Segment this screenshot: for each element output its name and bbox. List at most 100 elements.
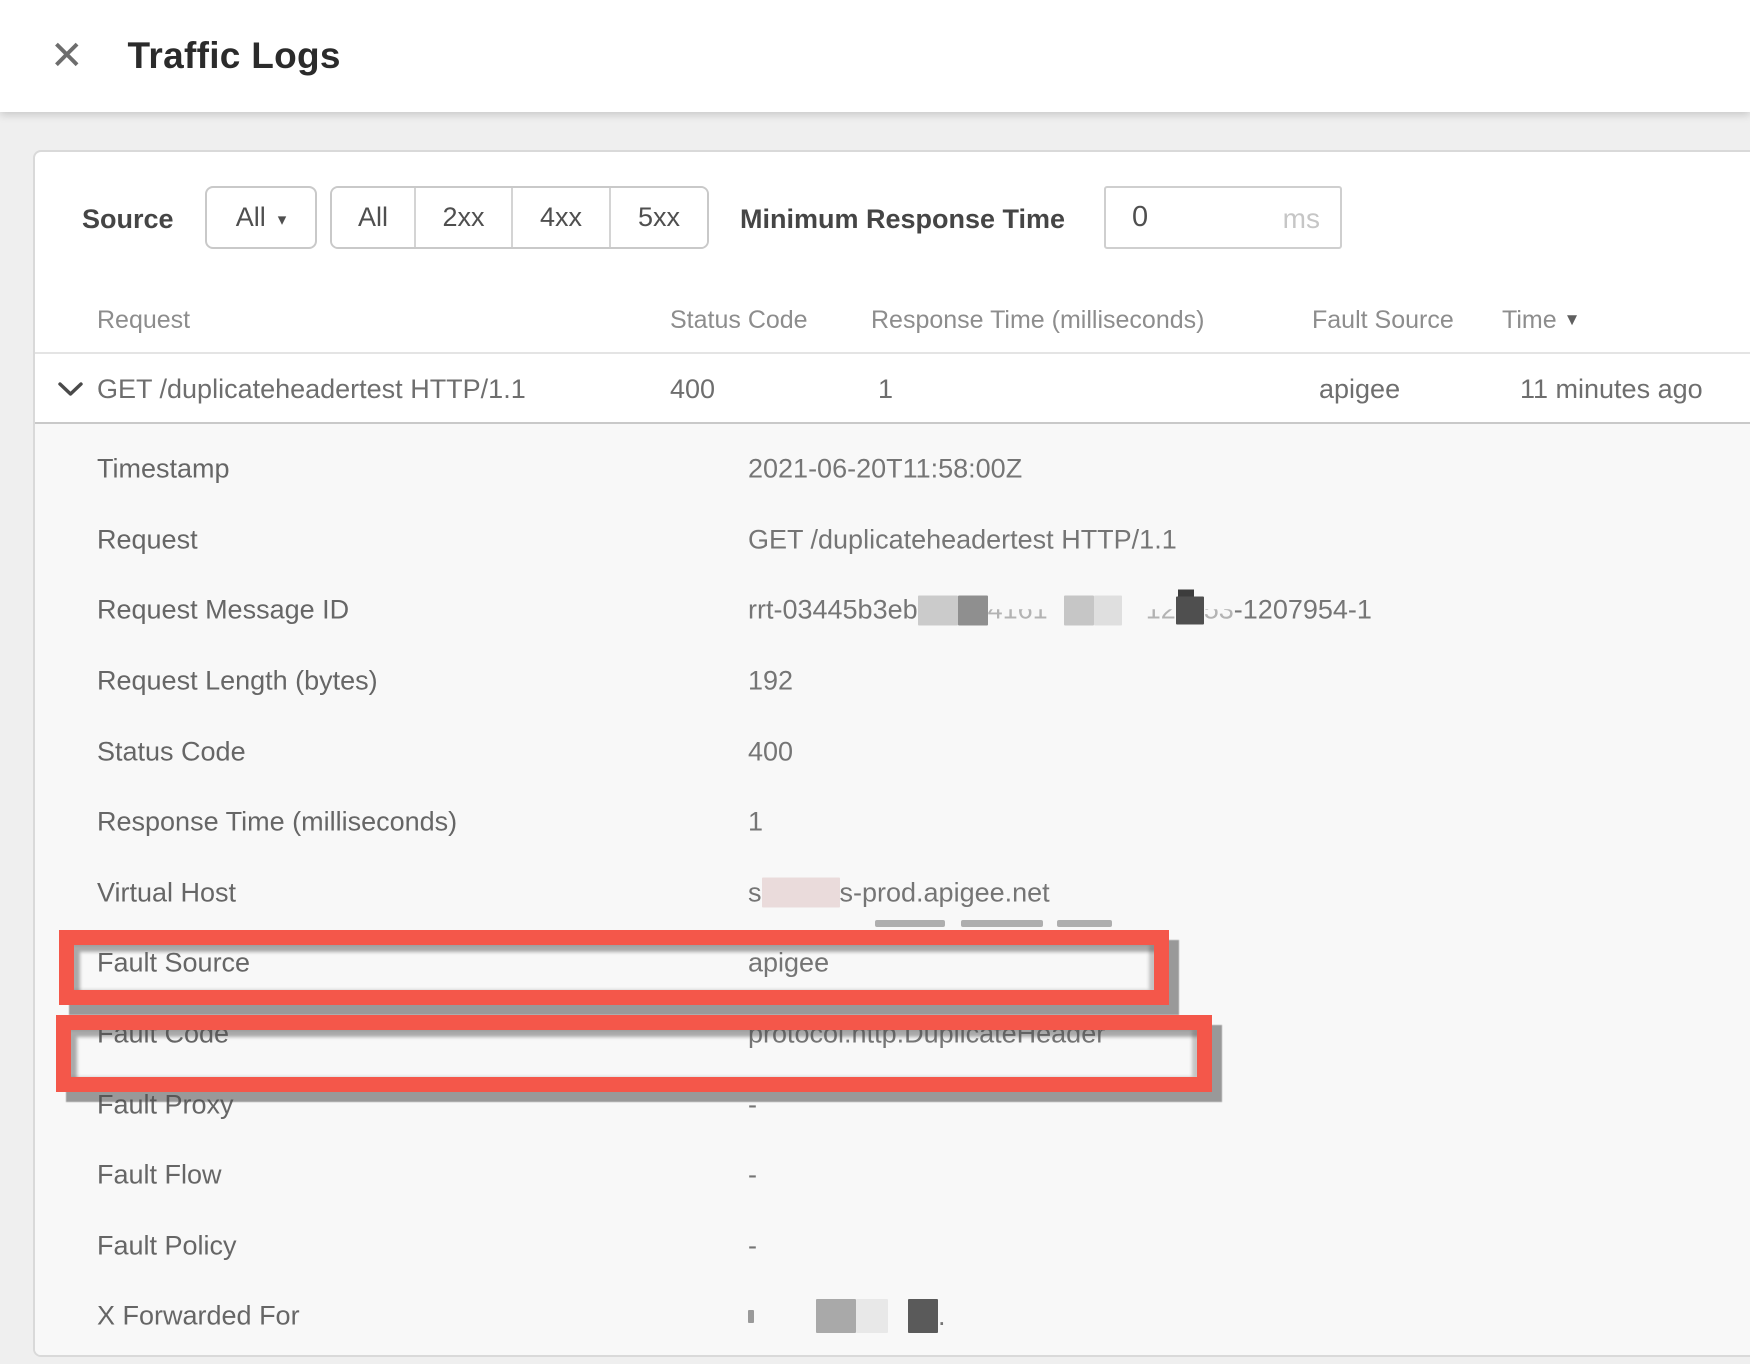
detail-value-text: 1 [748,807,763,838]
log-row-status-code: 400 [670,374,715,405]
status-filter-5xx[interactable]: 5xx [609,188,707,247]
detail-value: GET /duplicateheadertest HTTP/1.1 [748,524,1177,555]
detail-value: 2021-06-20T11:58:00Z [748,454,1022,485]
detail-value-text: - [748,1089,757,1120]
detail-label: Fault Policy [97,1230,237,1261]
log-row-time: 11 minutes ago [1520,374,1703,405]
source-dropdown[interactable]: All ▾ [205,186,317,249]
close-icon[interactable]: ✕ [50,36,84,76]
min-response-time-label: Minimum Response Time [740,204,1065,235]
detail-label: Status Code [97,736,246,767]
min-response-time-field: ms [1104,186,1342,249]
redaction-block [856,1299,888,1333]
redaction-block [918,595,958,625]
detail-row: Fault Code protocol.http.DuplicateHeader [35,999,1750,1070]
log-row[interactable]: GET /duplicateheadertest HTTP/1.1 400 1 … [35,354,1750,422]
detail-value-text: rrt-03445b3eb [748,595,918,626]
redaction-block [762,878,840,908]
detail-label: Request Message ID [97,595,349,626]
detail-value-text: GET /duplicateheadertest HTTP/1.1 [748,524,1177,555]
log-row-response-time: 1 [878,374,893,405]
column-header-time[interactable]: Time▼ [1502,306,1580,335]
detail-label: X Forwarded For [97,1301,300,1332]
detail-value-text: s-prod.apigee.net [840,877,1050,908]
redaction-block [1176,596,1204,624]
detail-row: Fault Proxy - [35,1069,1750,1140]
source-dropdown-value: All [236,202,266,233]
detail-row: Timestamp 2021-06-20T11:58:00Z [35,434,1750,505]
ms-unit-label: ms [1283,203,1320,235]
column-header-fault-source[interactable]: Fault Source [1312,306,1454,335]
detail-label: Fault Proxy [97,1089,234,1120]
detail-label: Response Time (milliseconds) [97,807,457,838]
detail-rows: Timestamp 2021-06-20T11:58:00Z Request GET … [35,424,1750,1355]
detail-label: Request Length (bytes) [97,666,378,697]
page-title: Traffic Logs [128,35,341,77]
redaction-smudge [875,920,945,927]
status-filter-2xx[interactable]: 2xx [414,188,511,247]
traffic-logs-card: Source All ▾ All2xx4xx5xx Minimum Respon… [33,150,1750,1357]
top-bar: ✕ Traffic Logs [0,0,1750,112]
log-row-fault-source: apigee [1319,374,1400,405]
status-filter-all[interactable]: All [332,188,414,247]
detail-row: Fault Flow- [35,1140,1750,1211]
detail-value: . [748,1299,946,1333]
redaction-block [816,1299,856,1333]
detail-value-text: 400 [748,736,793,767]
status-code-filter-group: All2xx4xx5xx [330,186,709,249]
detail-label: Request [97,524,198,555]
detail-value: 400 [748,736,793,767]
detail-value: rrt-03445b3eb 4161 12 53-1207954-1 [748,595,1372,626]
detail-row: Request Length (bytes) 192 [35,646,1750,717]
traffic-logs-panel: ✕ Traffic Logs Source All ▾ All2xx4xx5xx… [0,0,1750,1364]
redaction-smudge [961,920,1043,927]
detail-label: Fault Source [97,948,250,979]
detail-row: Response Time (milliseconds) 1 [35,787,1750,858]
detail-value: apigee [748,948,829,979]
source-label: Source [82,204,174,235]
detail-value: - [748,1230,757,1261]
detail-value-text: - [748,1160,757,1191]
column-header-status-code[interactable]: Status Code [670,306,808,335]
redaction-block [748,1310,754,1323]
detail-label: Virtual Host [97,877,236,908]
detail-label: Timestamp [97,454,230,485]
column-header-response-time-milliseconds[interactable]: Response Time (milliseconds) [871,306,1204,335]
detail-value: 192 [748,666,793,697]
chevron-down-icon[interactable] [57,381,84,398]
detail-value: ss-prod.apigee.net [748,877,1050,908]
column-header-request[interactable]: Request [97,306,190,335]
detail-row: Request Message ID rrt-03445b3eb 4161 12 53-… [35,575,1750,646]
detail-value-text: . [938,1301,946,1332]
detail-row: X Forwarded For. [35,1281,1750,1352]
redaction-block [908,1299,938,1333]
status-filter-4xx[interactable]: 4xx [511,188,609,247]
detail-value-text: 2021-06-20T11:58:00Z [748,454,1022,485]
detail-label: Fault Code [97,1019,229,1050]
detail-value: 1 [748,807,763,838]
detail-value-text: apigee [748,948,829,979]
chevron-down-icon: ▾ [278,210,287,230]
detail-value-text: protocol.http.DuplicateHeader [748,1019,1105,1050]
redaction-block [1094,595,1122,625]
detail-row: Fault Source apigee [35,928,1750,999]
redaction-block [1064,595,1094,625]
detail-value-text: - [748,1230,757,1261]
detail-value: - [748,1160,757,1191]
redacted-text-fragment: 12 [1146,595,1176,626]
sort-desc-icon[interactable]: ▼ [1564,310,1581,329]
detail-value-text: -1207954-1 [1234,595,1372,626]
log-row-request: GET /duplicateheadertest HTTP/1.1 [97,374,526,405]
detail-value: protocol.http.DuplicateHeader [748,1019,1105,1050]
redacted-text-fragment: 4161 [988,595,1048,626]
redaction-block [958,595,988,625]
detail-row: Status Code 400 [35,716,1750,787]
detail-value: - [748,1089,757,1120]
redaction-smudge [1057,920,1112,927]
detail-row: Request GET /duplicateheadertest HTTP/1.1 [35,505,1750,576]
min-response-time-input[interactable] [1132,188,1282,247]
detail-row: Virtual Host ss-prod.apigee.net [35,858,1750,929]
redacted-text-fragment: 53 [1204,595,1234,626]
detail-value-text: 192 [748,666,793,697]
detail-row: Fault Policy - [35,1211,1750,1282]
